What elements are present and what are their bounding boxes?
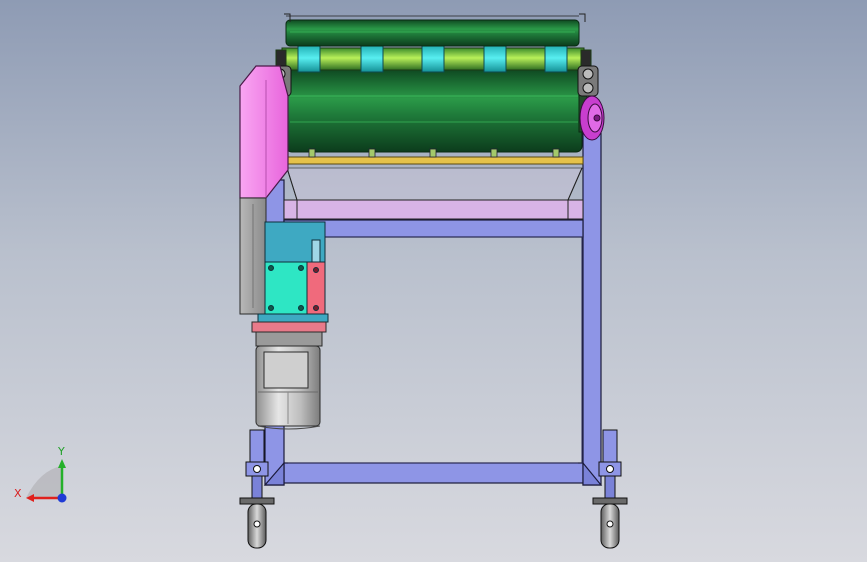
cad-model-view[interactable]: X Y [0, 0, 867, 562]
drive-pulley[interactable] [579, 95, 605, 141]
cad-viewport[interactable]: X Y [0, 0, 867, 562]
tray-plate[interactable] [283, 199, 584, 220]
motor-bracket[interactable] [239, 197, 267, 315]
tray-funnel [286, 167, 583, 201]
tray[interactable] [283, 167, 584, 220]
top-roller[interactable] [284, 13, 586, 47]
triad-y-label: Y [57, 445, 65, 458]
gearbox[interactable] [257, 221, 329, 323]
right-bearing[interactable] [577, 65, 599, 97]
side-guard-plate[interactable] [239, 65, 289, 199]
frame-bottom-crossbar[interactable] [283, 462, 584, 484]
collar-2[interactable] [360, 43, 384, 73]
frame-middle-crossbar[interactable] [283, 219, 584, 238]
motor[interactable] [251, 321, 327, 430]
triad-z-axis [57, 493, 67, 503]
triad-x-label: X [14, 487, 22, 500]
collar-3[interactable] [421, 43, 445, 73]
motor-terminal-box[interactable] [263, 351, 309, 389]
frame-right-upright[interactable] [582, 132, 602, 486]
main-roller[interactable] [279, 69, 588, 153]
motor-flange [251, 321, 327, 333]
collar-5[interactable] [544, 43, 568, 73]
collar-1[interactable] [297, 43, 321, 73]
collar-4[interactable] [483, 43, 507, 73]
triad-plane [26, 466, 62, 498]
scraper-strip[interactable] [283, 156, 584, 165]
orientation-triad[interactable]: X Y [14, 445, 67, 503]
